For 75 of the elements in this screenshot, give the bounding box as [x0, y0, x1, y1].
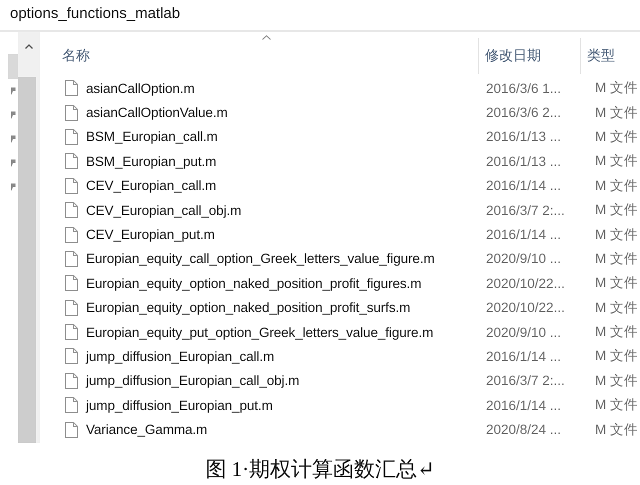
modified-date: 2016/1/13 ... [485, 129, 562, 144]
file-name[interactable]: jump_diffusion_Europian_call.m [86, 348, 479, 364]
modified-date: 2016/1/14 ... [485, 348, 562, 364]
file-icon [65, 275, 78, 292]
file-name[interactable]: Europian_equity_option_naked_position_profit_figures.m [86, 276, 479, 291]
file-name[interactable]: Europian_equity_option_naked_position_profit_surfs.m [86, 300, 479, 316]
file-type: M 文件 [594, 226, 638, 244]
file-type: M 文件 [594, 396, 638, 414]
file-name[interactable]: Europian_equity_call_option_Greek_letters_value_figure.m [86, 251, 479, 266]
sort-caret-icon [262, 35, 271, 40]
file-type: M 文件 [594, 274, 638, 292]
file-icon [65, 128, 78, 145]
pin-icon [10, 159, 16, 167]
file-type: M 文件 [594, 420, 638, 439]
file-name[interactable]: CEV_Europian_call.m [86, 178, 479, 194]
file-type: M 文件 [594, 298, 638, 317]
modified-date: 2016/3/7 2:... [485, 373, 566, 388]
file-icon [65, 153, 78, 170]
pin-icon [10, 87, 16, 95]
column-header[interactable]: 类型 [580, 38, 640, 74]
modified-date: 2016/3/7 2:... [485, 202, 566, 218]
file-name[interactable]: jump_diffusion_Europian_call_obj.m [86, 373, 479, 388]
column-header[interactable]: 名称 [62, 38, 478, 74]
file-type: M 文件 [594, 323, 638, 342]
file-icon [65, 397, 78, 414]
file-name[interactable]: Variance_Gamma.m [86, 422, 479, 438]
file-icon [65, 250, 78, 267]
file-type: M 文件 [594, 128, 638, 146]
file-icon [65, 226, 78, 243]
modified-date: 2016/3/6 1... [485, 80, 562, 96]
file-icon [65, 202, 78, 218]
pin-icon [10, 135, 16, 143]
modified-date: 2020/9/10 ... [485, 324, 562, 340]
file-type: M 文件 [594, 79, 638, 98]
modified-date: 2016/1/14 ... [485, 178, 562, 194]
file-icon [65, 348, 78, 364]
modified-date: 2020/9/10 ... [485, 251, 562, 266]
file-type: M 文件 [594, 104, 638, 122]
file-name[interactable]: asianCallOptionValue.m [86, 105, 479, 120]
file-name[interactable]: jump_diffusion_Europian_put.m [86, 398, 479, 413]
file-type: M 文件 [594, 250, 638, 268]
pin-icon [10, 111, 16, 119]
file-type: M 文件 [594, 152, 638, 170]
column-header[interactable]: 修改日期 [478, 38, 580, 74]
modified-date: 2016/1/14 ... [485, 227, 562, 242]
pin-icon [10, 183, 16, 191]
file-icon [65, 178, 78, 194]
modified-date: 2016/1/14 ... [485, 398, 562, 413]
file-icon [65, 80, 78, 96]
file-name[interactable]: BSM_Europian_call.m [86, 129, 479, 144]
figure-caption: 图 1·期权计算函数汇总↵ [205, 456, 435, 483]
file-type: M 文件 [594, 347, 638, 366]
file-type: M 文件 [594, 201, 638, 220]
file-icon [65, 324, 78, 340]
modified-date: 2020/10/22... [485, 276, 566, 291]
file-name[interactable]: Europian_equity_put_option_Greek_letters_value_figure.m [86, 324, 479, 340]
file-name[interactable]: CEV_Europian_put.m [86, 227, 479, 242]
modified-date: 2020/8/24 ... [485, 422, 562, 438]
file-type: M 文件 [594, 176, 638, 195]
file-name[interactable]: asianCallOption.m [86, 80, 479, 96]
file-name[interactable]: BSM_Europian_put.m [86, 154, 479, 169]
modified-date: 2016/1/13 ... [485, 154, 562, 169]
file-name[interactable]: CEV_Europian_call_obj.m [86, 202, 479, 218]
window-title: options_functions_matlab [9, 4, 180, 24]
scrollbar-thumb[interactable] [18, 77, 36, 443]
file-icon [65, 422, 78, 438]
scrollbar[interactable] [18, 32, 40, 443]
scroll-up-icon[interactable] [25, 44, 33, 49]
file-type: M 文件 [594, 372, 638, 390]
scrollbar-thumb[interactable] [8, 54, 18, 79]
file-icon [65, 372, 78, 389]
file-icon [65, 104, 78, 121]
modified-date: 2020/10/22... [485, 300, 566, 316]
modified-date: 2016/3/6 2... [485, 105, 562, 120]
file-icon [65, 300, 78, 316]
